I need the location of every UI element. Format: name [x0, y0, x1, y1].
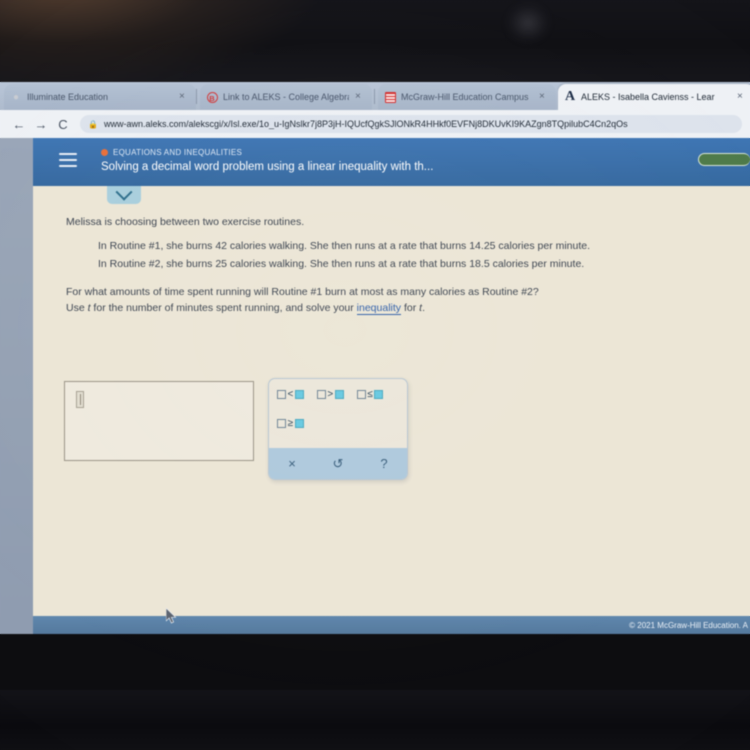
- less-or-equal-key[interactable]: ≤: [356, 389, 384, 400]
- operand-right-placeholder: [374, 390, 384, 399]
- browser-tab-link-to-aleks[interactable]: B Link to ALEKS - College Algebra ×: [200, 84, 372, 110]
- aleks-header-bar: EQUATIONS AND INEQUALITIES Solving a dec…: [33, 138, 750, 186]
- operator-label: ≥: [287, 418, 294, 429]
- clear-icon[interactable]: ×: [269, 456, 315, 471]
- browser-tab-illuminate-education[interactable]: ● Illuminate Education ×: [4, 84, 196, 110]
- operand-left-placeholder: [356, 390, 366, 399]
- copyright-bar: © 2021 McGraw-Hill Education. A: [33, 616, 750, 634]
- screen-glare: [505, 2, 551, 44]
- header-progress-pill: [698, 153, 750, 166]
- laptop-bezel-bottom: [0, 690, 750, 750]
- less-than-key[interactable]: <: [277, 389, 304, 400]
- tab-close-icon[interactable]: ×: [355, 92, 366, 102]
- tab-title: ALEKS - Isabella Cavienss - Lear: [581, 92, 715, 102]
- problem-question: For what amounts of time spent running w…: [66, 286, 539, 298]
- problem-routine-1: In Routine #1, she burns 42 calories wal…: [98, 240, 591, 252]
- browser-tab-strip: ● Illuminate Education × B Link to ALEKS…: [0, 82, 750, 110]
- category-label: EQUATIONS AND INEQUALITIES: [113, 148, 243, 157]
- tab-title: McGraw-Hill Education Campus: [401, 92, 529, 102]
- illuminate-icon: ●: [12, 91, 20, 103]
- math-keypad-panel: < > ≤ ≥ × ↺ ?: [268, 378, 408, 480]
- tab-title: Illuminate Education: [27, 92, 109, 102]
- greater-than-key[interactable]: >: [316, 389, 344, 400]
- answer-caret-placeholder: [76, 391, 84, 408]
- undo-icon[interactable]: ↺: [315, 456, 361, 472]
- mcgraw-hill-icon: [384, 91, 396, 103]
- browser-tab-aleks-isabella[interactable]: A ALEKS - Isabella Cavienss - Lear ×: [558, 84, 750, 110]
- tab-close-icon[interactable]: ×: [179, 92, 190, 102]
- aleks-content-area: EQUATIONS AND INEQUALITIES Solving a dec…: [33, 138, 750, 634]
- instruction-part-b: for the number of minutes spent running,…: [90, 302, 357, 314]
- browser-toolbar: ← → C 🔒 www-awn.aleks.com/alekscgi/x/Isl…: [0, 110, 750, 138]
- problem-instruction: Use t for the number of minutes spent ru…: [66, 302, 716, 315]
- operand-left-placeholder: [277, 390, 286, 399]
- hamburger-icon[interactable]: [59, 153, 77, 167]
- tab-close-icon[interactable]: ×: [737, 92, 748, 102]
- operand-right-placeholder: [334, 390, 344, 399]
- instruction-part-a: Use: [66, 302, 88, 314]
- topic-title: Solving a decimal word problem using a l…: [101, 161, 434, 173]
- screen-content: ● Illuminate Education × B Link to ALEKS…: [0, 82, 750, 634]
- category-dot-icon: [101, 149, 108, 156]
- answer-input[interactable]: [64, 381, 254, 461]
- operand-left-placeholder: [316, 390, 326, 399]
- page-left-gutter: [0, 138, 33, 634]
- tab-close-icon[interactable]: ×: [539, 92, 550, 102]
- copyright-text: © 2021 McGraw-Hill Education. A: [629, 620, 748, 630]
- aleks-page: EQUATIONS AND INEQUALITIES Solving a dec…: [0, 138, 750, 634]
- instruction-part-d: .: [422, 302, 425, 314]
- operator-label: ≤: [367, 389, 373, 400]
- keypad-action-bar: × ↺ ?: [269, 448, 407, 479]
- inequality-link[interactable]: inequality: [356, 302, 402, 315]
- operand-right-placeholder: [294, 390, 304, 399]
- problem-statement: Melissa is choosing between two exercise…: [66, 216, 716, 315]
- problem-intro: Melissa is choosing between two exercise…: [66, 216, 305, 228]
- mouse-cursor: [166, 608, 177, 624]
- tab-divider: [196, 89, 197, 104]
- greater-or-equal-key[interactable]: ≥: [277, 418, 304, 429]
- operator-label: >: [327, 389, 334, 400]
- chevron-down-icon[interactable]: [107, 183, 141, 204]
- operand-left-placeholder: [277, 419, 286, 428]
- aleks-a-icon: A: [564, 89, 576, 104]
- aleks-b-icon: B: [206, 91, 218, 103]
- topic-category: EQUATIONS AND INEQUALITIES: [101, 148, 242, 157]
- operand-right-placeholder: [294, 419, 304, 428]
- tab-title: Link to ALEKS - College Algebra: [223, 92, 349, 102]
- tab-divider: [374, 89, 375, 104]
- problem-routine-2: In Routine #2, she burns 25 calories wal…: [98, 258, 585, 270]
- photographed-laptop-screen: ● Illuminate Education × B Link to ALEKS…: [0, 0, 750, 750]
- back-arrow-icon[interactable]: ←: [8, 117, 30, 132]
- forward-arrow-icon[interactable]: →: [30, 117, 52, 132]
- operator-label: <: [287, 389, 294, 400]
- help-icon[interactable]: ?: [361, 456, 407, 471]
- instruction-part-c: for: [401, 302, 420, 314]
- browser-tab-mcgraw-hill-campus[interactable]: McGraw-Hill Education Campus ×: [378, 84, 556, 110]
- reload-icon[interactable]: C: [52, 117, 74, 132]
- laptop-bezel-top: [0, 0, 750, 82]
- address-bar[interactable]: 🔒 www-awn.aleks.com/alekscgi/x/Isl.exe/1…: [80, 115, 742, 133]
- lock-icon: 🔒: [88, 119, 98, 129]
- url-text: www-awn.aleks.com/alekscgi/x/Isl.exe/1o_…: [103, 119, 628, 129]
